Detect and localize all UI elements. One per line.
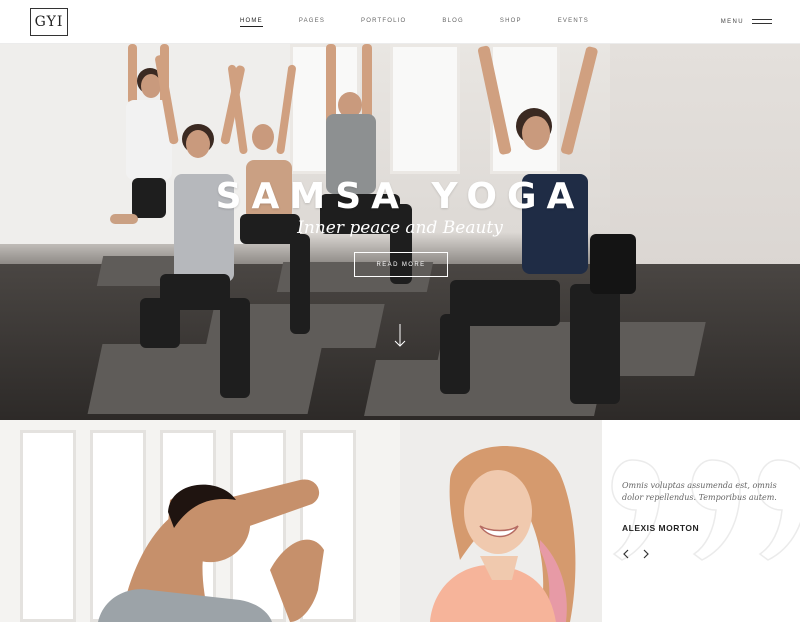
testimonial-navigation [620, 548, 652, 560]
testimonial-quote: Omnis voluptas assumenda est, omnis dolo… [622, 481, 777, 502]
nav-item-portfolio[interactable]: PORTFOLIO [361, 18, 406, 26]
chevron-left-icon[interactable] [620, 548, 632, 560]
read-more-button[interactable]: READ MORE [354, 252, 448, 277]
nav-item-pages[interactable]: PAGES [299, 18, 325, 26]
stretching-figure [98, 479, 324, 622]
hamburger-icon [752, 19, 772, 25]
site-header: GYI HOME PAGES PORTFOLIO BLOG SHOP EVENT… [0, 0, 800, 44]
menu-button[interactable]: MENU [721, 0, 772, 44]
site-logo[interactable]: GYI [30, 8, 68, 36]
logo-text: GYI [34, 14, 64, 30]
yoga-mat [87, 344, 323, 414]
nav-item-shop[interactable]: SHOP [500, 18, 522, 26]
bottom-section: Omnis voluptas assumenda est, omnis dolo… [0, 420, 800, 622]
hero-title: SAMSA YOGA [215, 176, 585, 217]
nav-item-blog[interactable]: BLOG [442, 18, 463, 26]
hero-subtitle: Inner peace and Beauty [297, 218, 503, 238]
nav-item-home[interactable]: HOME [240, 18, 263, 27]
image-smiling-woman [400, 420, 602, 622]
hero-window [390, 44, 460, 174]
menu-label: MENU [720, 19, 744, 25]
hero-banner: SAMSA YOGA Inner peace and Beauty READ M… [0, 44, 800, 420]
main-nav: HOME PAGES PORTFOLIO BLOG SHOP EVENTS [240, 0, 625, 44]
smiling-woman-portrait [400, 420, 602, 622]
scroll-down-arrow-icon[interactable] [392, 324, 408, 348]
nav-item-events[interactable]: EVENTS [558, 18, 589, 26]
testimonial-author: ALEXIS MORTON [622, 523, 700, 533]
testimonial-panel: Omnis voluptas assumenda est, omnis dolo… [602, 420, 800, 622]
image-stretching-woman [0, 420, 400, 622]
chevron-right-icon[interactable] [640, 548, 652, 560]
